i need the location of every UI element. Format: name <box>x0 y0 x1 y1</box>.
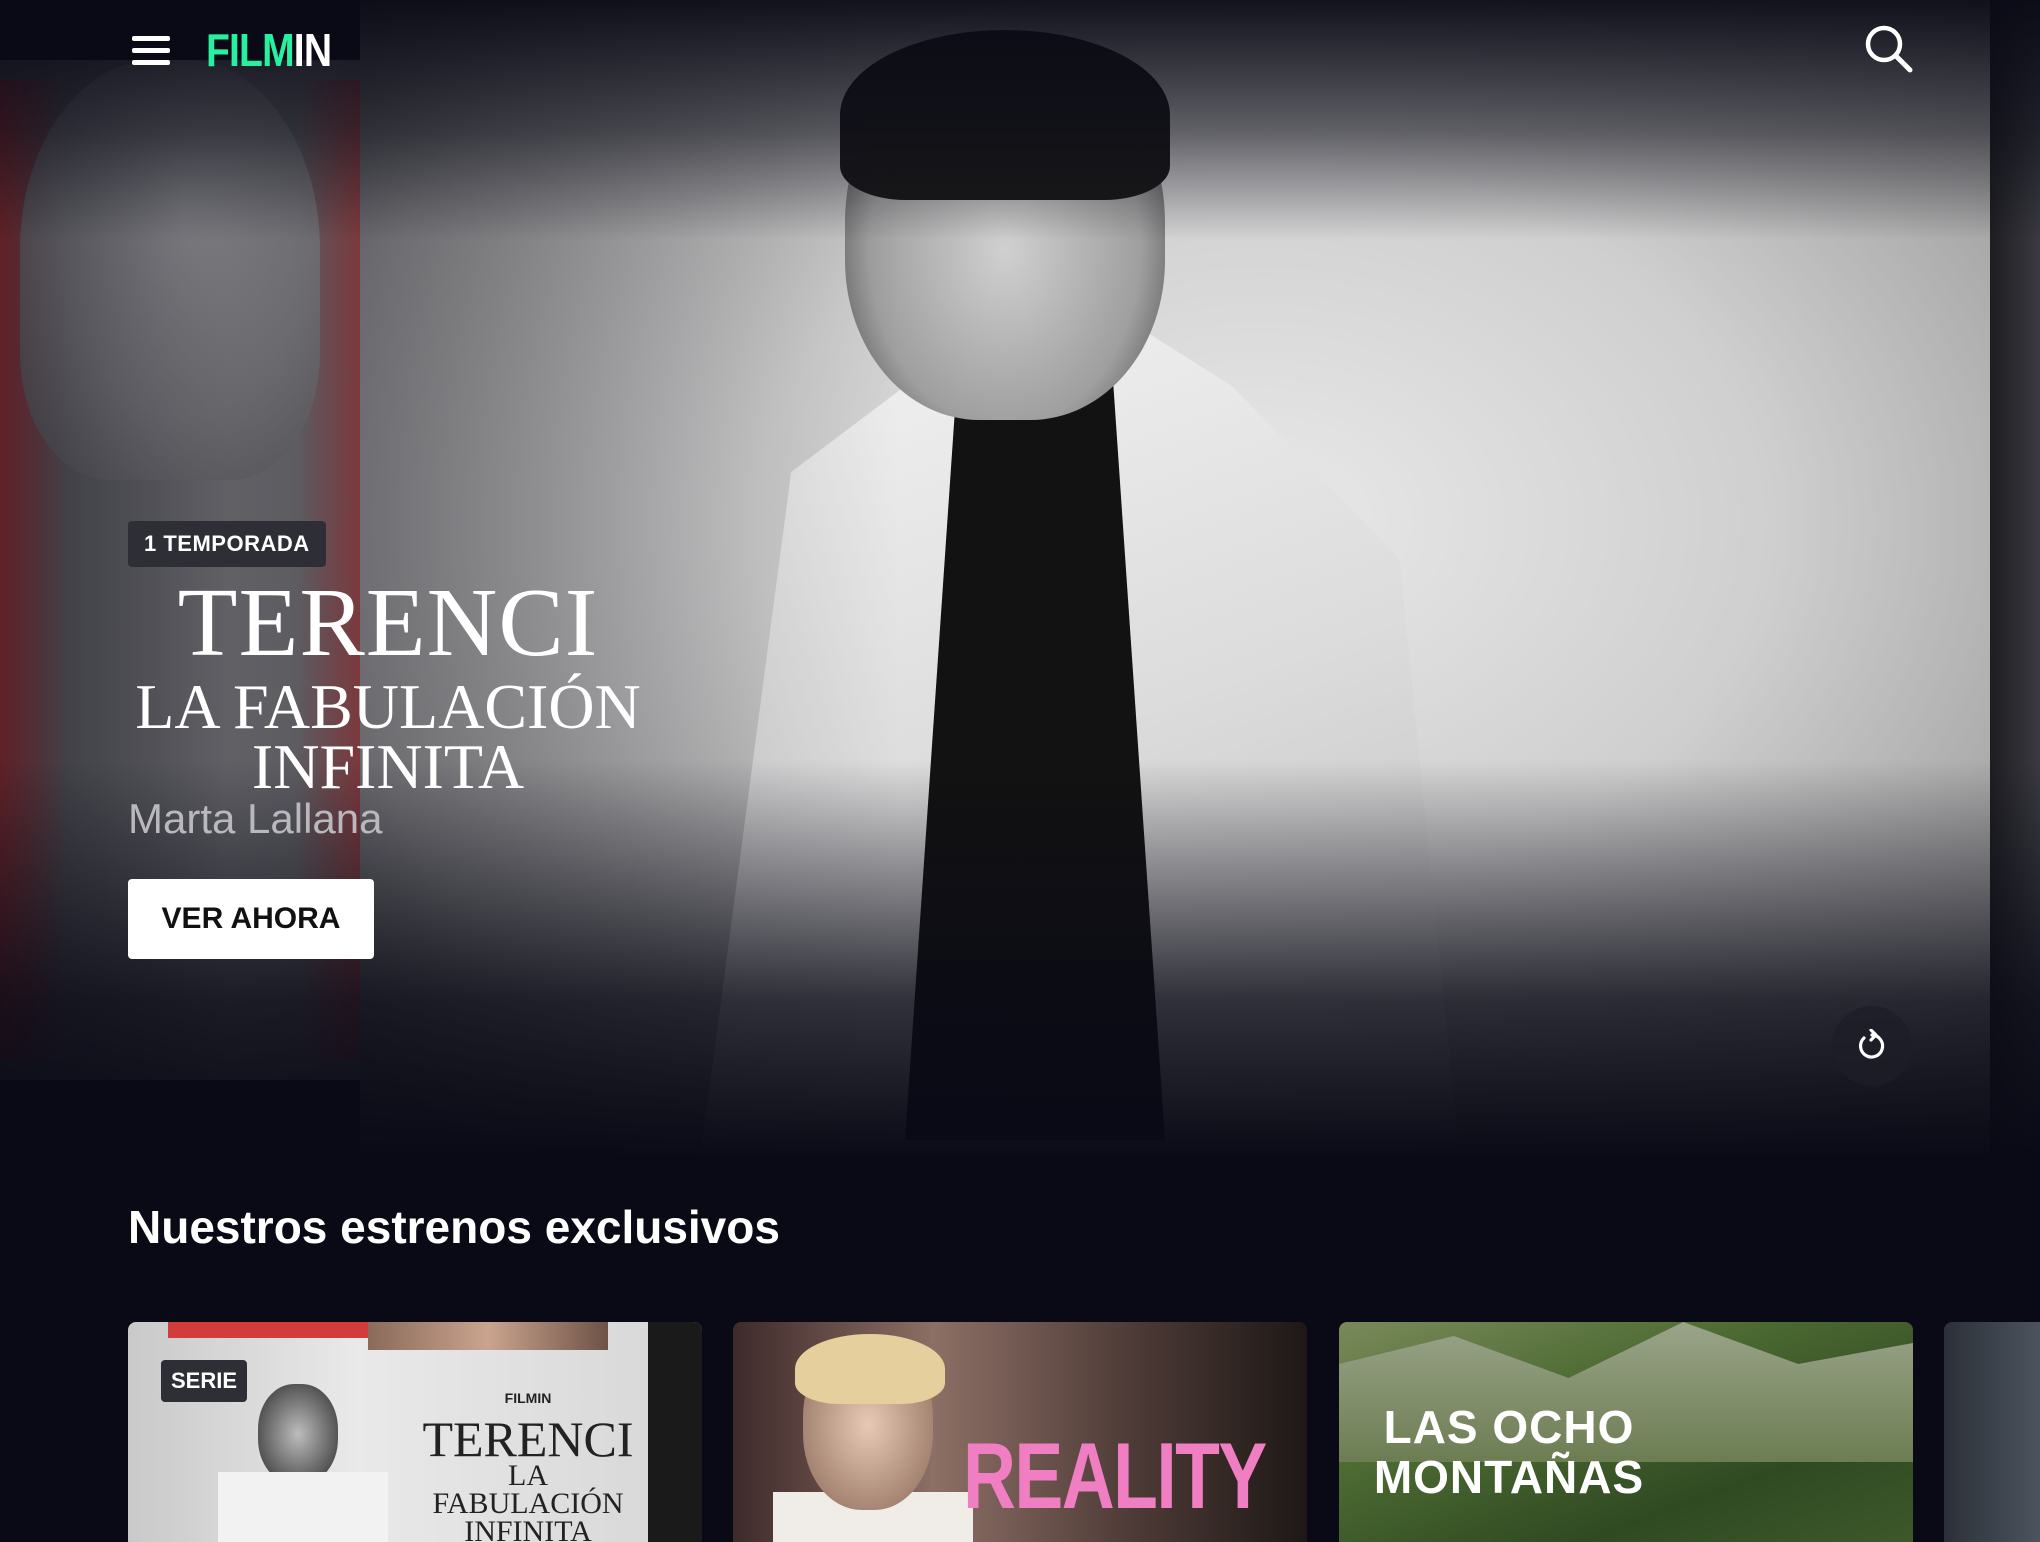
hero-title[interactable]: TERENCI LA FABULACIÓN INFINITA <box>128 569 648 802</box>
card-terenci[interactable]: FILMIN TERENCI LA FABULACIÓN INFINITA SE… <box>128 1322 702 1542</box>
hero-director: Marta Lallana <box>128 795 383 842</box>
card-art <box>795 1334 945 1404</box>
exclusive-releases-carousel[interactable]: FILMIN TERENCI LA FABULACIÓN INFINITA SE… <box>128 1322 2040 1542</box>
card-title-line3: FABULACIÓN <box>432 1487 624 1520</box>
card-title-rest: LA FABULACIÓN INFINITA <box>398 1459 658 1542</box>
card-title: LAS OCHO MONTAÑAS <box>1339 1402 1679 1502</box>
logo-film-text: FILM <box>206 24 295 76</box>
replay-icon <box>1858 1029 1885 1059</box>
card-type-badge: SERIE <box>161 1360 248 1402</box>
card-title-line2: MONTAÑAS <box>1373 1451 1645 1503</box>
card-reality[interactable]: REALITY <box>733 1322 1307 1542</box>
hero-title-line2: LA FABULACIÓN <box>135 671 641 742</box>
search-button[interactable] <box>1862 22 1914 74</box>
card-art <box>168 1322 368 1338</box>
card-title-line1: LAS OCHO <box>1383 1401 1635 1453</box>
card-title: REALITY <box>963 1423 1267 1528</box>
watch-now-button[interactable]: VER AHORA <box>128 879 374 959</box>
card-art <box>368 1322 608 1350</box>
hero-title-line1: TERENCI <box>177 569 599 677</box>
filmin-logo[interactable]: FILMIN <box>206 22 332 78</box>
card-next-peek[interactable] <box>1944 1322 2040 1542</box>
hero-title-line3: INFINITA <box>251 731 525 802</box>
card-las-ocho-montanas[interactable]: LAS OCHO MONTAÑAS <box>1339 1322 1913 1542</box>
logo-in-text: IN <box>293 24 332 76</box>
search-icon <box>1865 25 1913 73</box>
section-title: Nuestros estrenos exclusivos <box>128 1201 780 1253</box>
menu-button[interactable] <box>128 30 174 70</box>
card-art <box>258 1384 338 1484</box>
card-art <box>218 1472 388 1542</box>
card-title-line4: INFINITA <box>464 1515 592 1542</box>
hamburger-menu-icon <box>132 60 170 65</box>
card-title-line2: LA <box>508 1459 548 1492</box>
hamburger-menu-icon <box>132 36 170 41</box>
card-brand: FILMIN <box>504 1390 552 1406</box>
season-badge: 1 TEMPORADA <box>128 521 326 567</box>
hamburger-menu-icon <box>132 48 170 53</box>
replay-button[interactable] <box>1832 1006 1912 1086</box>
